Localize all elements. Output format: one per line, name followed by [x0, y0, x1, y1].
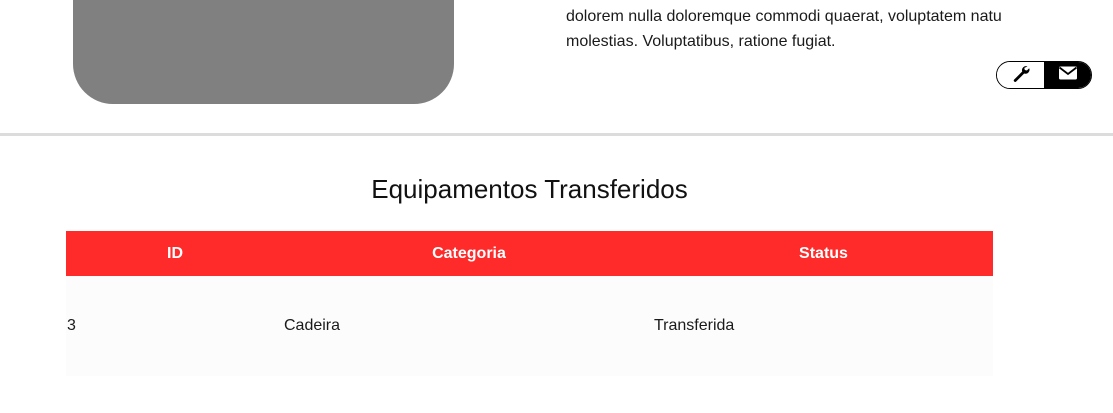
description-line: dolorem nulla doloremque commodi quaerat… — [566, 8, 1002, 25]
page: dolorem nulla doloremque commodi quaerat… — [0, 0, 1113, 413]
wrench-icon — [1011, 63, 1031, 88]
table-row: 3 Cadeira Transferida — [66, 276, 993, 376]
envelope-icon — [1058, 65, 1078, 86]
column-header-status: Status — [799, 244, 848, 262]
image-placeholder — [73, 0, 454, 104]
cell-category: Cadeira — [284, 317, 341, 334]
section-title: Equipamentos Transferidos — [371, 174, 688, 204]
table-header: ID Categoria Status — [66, 231, 993, 276]
cell-status: Transferida — [654, 317, 735, 334]
column-header-id: ID — [167, 244, 183, 262]
column-header-category: Categoria — [432, 244, 506, 262]
settings-button[interactable] — [997, 62, 1044, 88]
cell-id: 3 — [67, 317, 76, 334]
transferred-equipment-table: ID Categoria Status 3 Cadeira Transferid… — [66, 231, 993, 376]
email-button[interactable] — [1044, 62, 1091, 88]
description-line: molestias. Voluptatibus, ratione fugiat. — [566, 33, 836, 50]
section-divider — [0, 133, 1113, 136]
action-button-group — [996, 61, 1092, 89]
description-text: dolorem nulla doloremque commodi quaerat… — [566, 4, 1113, 54]
